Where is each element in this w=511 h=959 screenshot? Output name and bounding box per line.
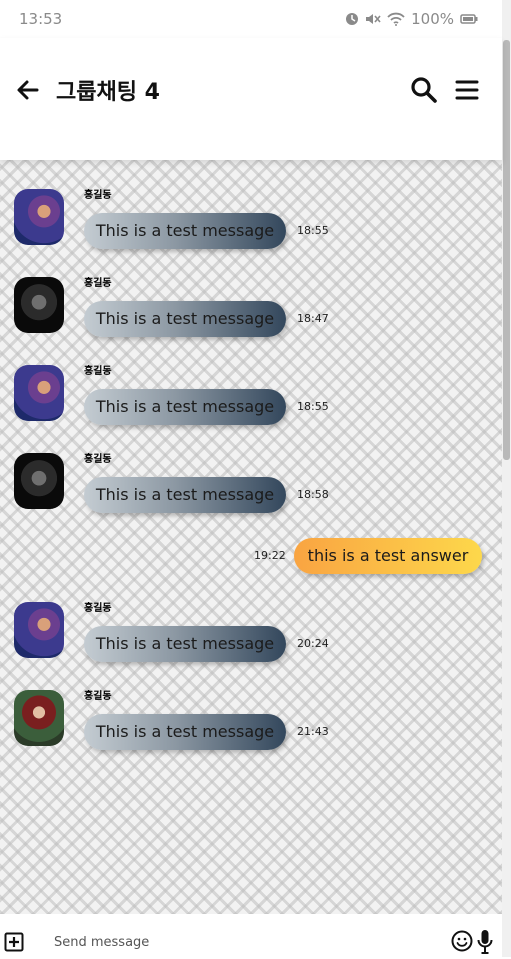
chat-header: 그룹채팅 4 (0, 38, 502, 160)
menu-icon[interactable] (455, 79, 479, 101)
avatar[interactable] (14, 365, 64, 421)
sender-name: 홍길동 (84, 366, 112, 377)
sender-name: 홍길동 (84, 454, 112, 465)
message-bubble[interactable]: This is a test message (84, 389, 286, 425)
chat-message-list[interactable]: 홍길동 This is a test message 18:55 홍길동 Thi… (0, 160, 502, 914)
message-time: 19:22 (254, 549, 286, 562)
microphone-icon[interactable] (477, 929, 493, 955)
emoji-icon[interactable] (451, 930, 473, 952)
scrollbar-thumb[interactable] (503, 40, 510, 460)
back-arrow-icon[interactable] (15, 78, 41, 102)
message-bubble[interactable]: This is a test message (84, 477, 286, 513)
wifi-icon (387, 12, 405, 26)
status-time: 13:53 (19, 10, 63, 28)
status-bar: 13:53 100% (0, 0, 502, 38)
sender-name: 홍길동 (84, 190, 112, 201)
message-row: 홍길동 This is a test message 18:47 (0, 248, 502, 337)
message-time: 18:55 (297, 400, 329, 413)
sender-name: 홍길동 (84, 278, 112, 289)
avatar[interactable] (14, 453, 64, 509)
sender-name: 홍길동 (84, 691, 112, 702)
avatar[interactable] (14, 277, 64, 333)
message-input-bar (0, 914, 502, 957)
message-time: 18:55 (297, 224, 329, 237)
message-row: 홍길동 This is a test message 18:55 (0, 160, 502, 249)
battery-percent: 100% (411, 10, 454, 28)
message-time: 20:24 (297, 637, 329, 650)
message-time: 21:43 (297, 725, 329, 738)
alarm-icon (345, 12, 359, 26)
search-icon[interactable] (410, 76, 438, 104)
my-message-row: 19:22 this is a test answer (0, 536, 502, 576)
message-input[interactable] (44, 930, 454, 954)
message-time: 18:47 (297, 312, 329, 325)
message-row: 홍길동 This is a test message 20:24 (0, 573, 502, 662)
avatar[interactable] (14, 690, 64, 746)
message-row: 홍길동 This is a test message 21:43 (0, 661, 502, 750)
status-icons: 100% (345, 10, 478, 28)
scrollbar[interactable] (502, 0, 511, 957)
page-title: 그룹채팅 4 (56, 80, 160, 105)
message-row: 홍길동 This is a test message 18:58 (0, 424, 502, 513)
message-bubble[interactable]: This is a test message (84, 714, 286, 750)
message-row: 홍길동 This is a test message 18:55 (0, 336, 502, 425)
add-box-icon[interactable] (4, 932, 24, 952)
avatar[interactable] (14, 189, 64, 245)
sender-name: 홍길동 (84, 603, 112, 614)
mute-icon (365, 12, 381, 26)
battery-icon (460, 13, 478, 25)
avatar[interactable] (14, 602, 64, 658)
message-bubble[interactable]: This is a test message (84, 626, 286, 662)
my-message-bubble[interactable]: this is a test answer (294, 538, 482, 574)
message-bubble[interactable]: This is a test message (84, 301, 286, 337)
message-bubble[interactable]: This is a test message (84, 213, 286, 249)
message-time: 18:58 (297, 488, 329, 501)
